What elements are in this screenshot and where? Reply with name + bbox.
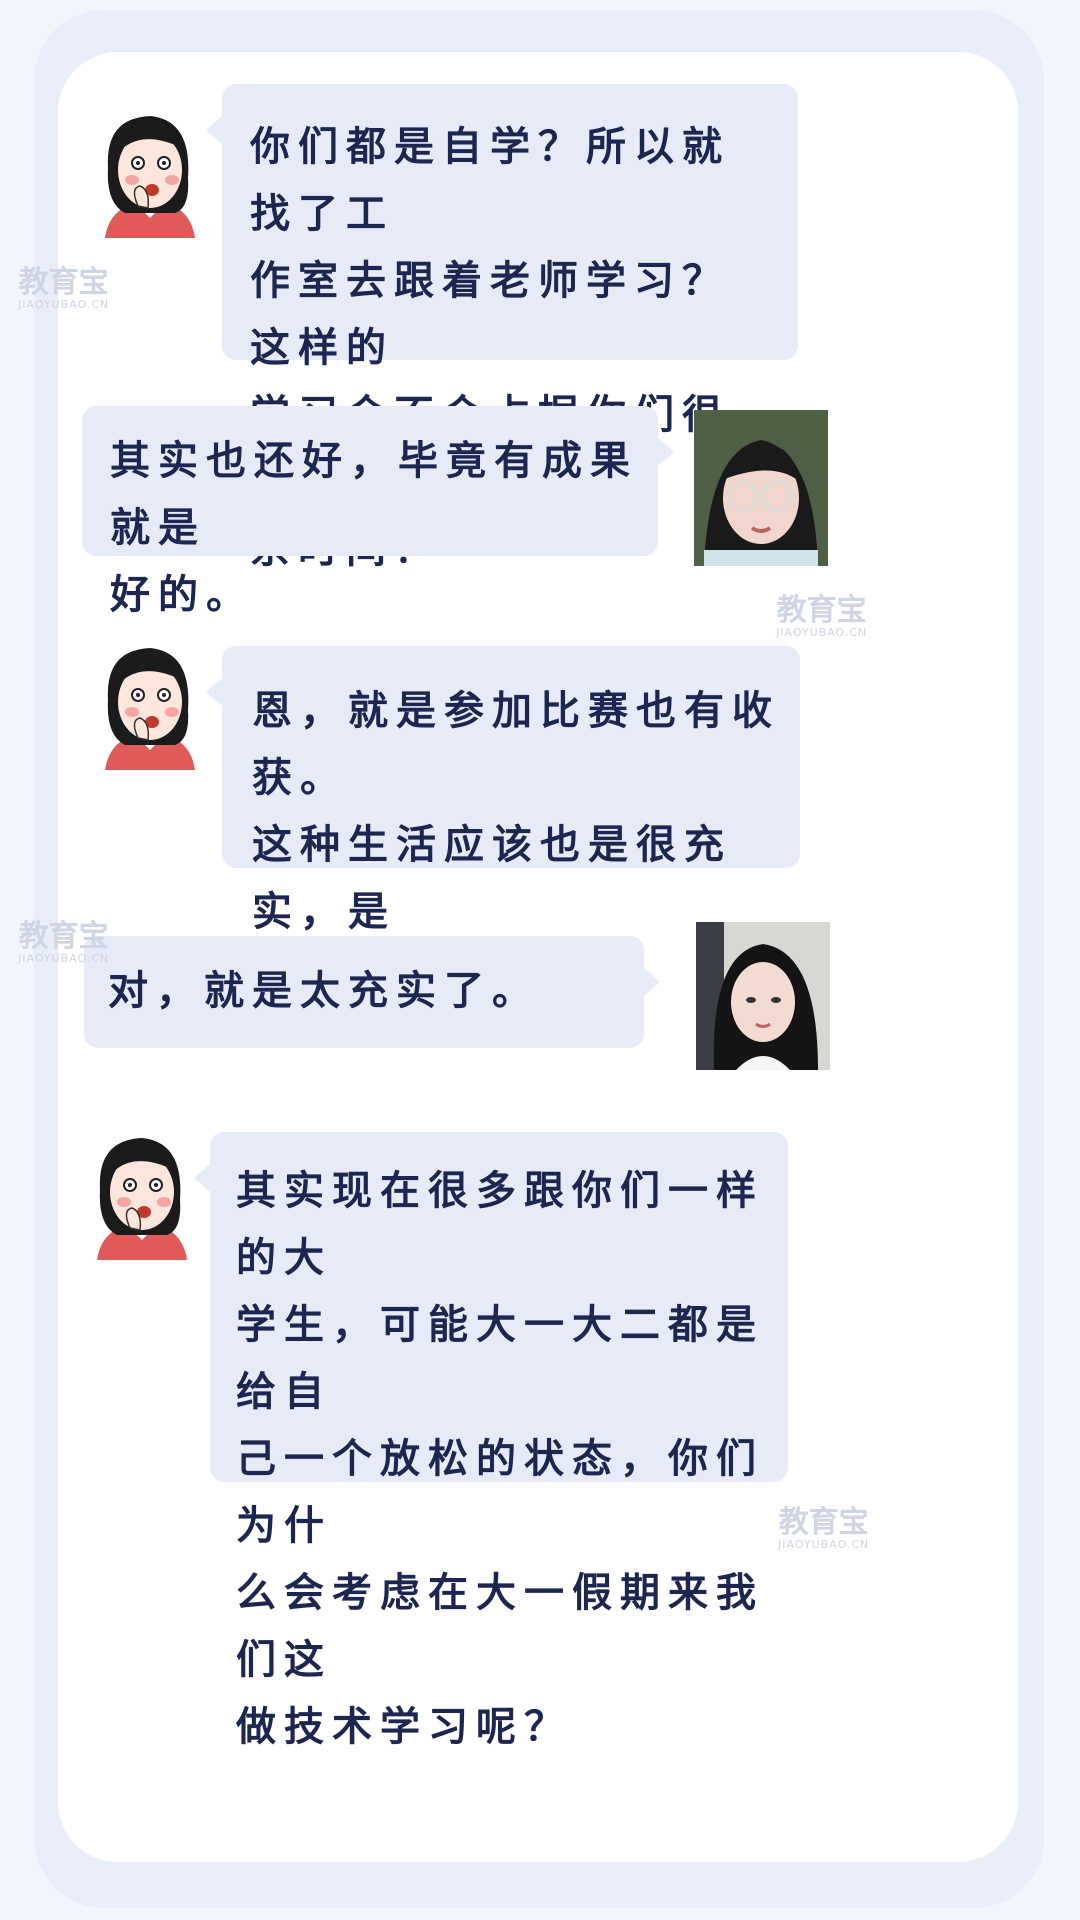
- watermark-domain: JIAOYUBAO.CN: [18, 952, 110, 965]
- watermark-name: 教育宝: [18, 265, 109, 300]
- watermark-domain: JIAOYUBAO.CN: [776, 626, 868, 639]
- chat-bubble: 恩，就是参加比赛也有收获。 这种生活应该也是很充实，是 不是？: [206, 646, 800, 1002]
- student-photo-avatar: [694, 410, 828, 566]
- interviewer-cartoon-avatar: [97, 1138, 187, 1260]
- watermark-name: 教育宝: [776, 593, 867, 628]
- interviewer-cartoon-avatar: [105, 116, 195, 238]
- watermark: 教育宝 JIAOYUBAO.CN: [778, 1508, 869, 1552]
- watermark-name: 教育宝: [778, 1505, 869, 1540]
- watermark-name: 教育宝: [18, 919, 109, 954]
- chat-bubble: 其实也还好，毕竟有成果就是 好的。: [82, 406, 674, 618]
- chat-bubble: 对，就是太充实了。: [84, 936, 660, 1048]
- watermark: 教育宝 JIAOYUBAO.CN: [776, 596, 867, 640]
- watermark-domain: JIAOYUBAO.CN: [778, 1538, 870, 1551]
- chat-bubble: 其实现在很多跟你们一样的大 学生，可能大一大二都是给自 己一个放松的状态，你们为…: [194, 1132, 788, 1750]
- student-photo-avatar: [696, 922, 830, 1070]
- watermark-domain: JIAOYUBAO.CN: [18, 298, 110, 311]
- interviewer-cartoon-avatar: [105, 648, 195, 770]
- watermark: 教育宝 JIAOYUBAO.CN: [18, 922, 109, 966]
- watermark: 教育宝 JIAOYUBAO.CN: [18, 268, 109, 312]
- chat-bubble: 你们都是自学？所以就找了工 作室去跟着老师学习？这样的 学习会不会占据你们很多的…: [206, 84, 798, 572]
